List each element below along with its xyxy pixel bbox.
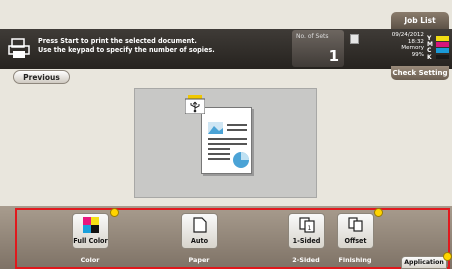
toner-letter-k: K xyxy=(427,53,432,61)
number-of-sets-field[interactable]: No. of Sets 1 xyxy=(292,30,344,67)
paper-caption: Paper xyxy=(188,256,210,264)
toner-letters: Y M C K xyxy=(427,35,435,61)
finishing-setting-button[interactable]: Offset xyxy=(337,213,374,249)
paper-icon xyxy=(192,217,207,233)
toner-level-bars xyxy=(436,36,449,61)
printer-icon xyxy=(8,38,30,58)
finishing-value: Offset xyxy=(344,236,367,245)
svg-text:1: 1 xyxy=(307,225,311,232)
memory-value: 99% xyxy=(411,51,424,58)
application-label: Application xyxy=(404,259,444,266)
document-thumbnail xyxy=(201,107,252,174)
time-text: 18:32 xyxy=(407,38,424,45)
two-sided-setting-button[interactable]: 1 1-Sided xyxy=(288,213,325,249)
message-line-1: Press Start to print the selected docume… xyxy=(38,36,197,45)
message-line-2: Use the keypad to specify the number of … xyxy=(38,45,215,55)
toner-bar-yellow xyxy=(436,36,449,41)
full-color-icon xyxy=(82,217,99,233)
setting-indicator-icon xyxy=(110,208,119,217)
usb-memory-icon xyxy=(185,95,205,114)
sets-label: No. of Sets xyxy=(296,33,329,40)
finishing-caption: Finishing xyxy=(338,256,372,264)
toner-bar-cyan xyxy=(436,48,449,53)
offset-icon xyxy=(347,217,363,232)
duplex-icon: 1 xyxy=(298,217,315,233)
color-value: Full Color xyxy=(73,236,108,245)
setting-indicator-icon xyxy=(443,252,452,261)
job-list-button[interactable]: Job List xyxy=(391,12,449,29)
status-message: Press Start to print the selected docume… xyxy=(38,36,288,54)
setting-indicator-icon xyxy=(374,208,383,217)
color-caption: Color xyxy=(80,256,100,264)
document-preview-panel xyxy=(134,88,317,198)
date-text: 09/24/2012 xyxy=(391,32,424,38)
two-sided-value: 1-Sided xyxy=(292,236,321,245)
header-bar: Press Start to print the selected docume… xyxy=(0,29,452,69)
document-icon xyxy=(350,34,359,44)
toner-bar-magenta xyxy=(436,42,449,47)
paper-value: Auto xyxy=(190,236,209,245)
previous-button[interactable]: Previous xyxy=(13,70,70,84)
machine-status: 09/24/2012 18:32 Memory 99% xyxy=(380,32,424,58)
document-content-icon xyxy=(208,122,249,168)
paper-setting-button[interactable]: Auto xyxy=(181,213,218,249)
application-button[interactable]: Application xyxy=(401,256,447,269)
color-setting-button[interactable]: Full Color xyxy=(72,213,109,249)
memory-label: Memory xyxy=(401,45,424,52)
print-screen: Job List Press Start to print the select… xyxy=(0,0,452,269)
check-setting-button[interactable]: Check Setting xyxy=(391,66,449,80)
sets-value: 1 xyxy=(328,47,339,65)
toner-bar-black xyxy=(436,54,449,60)
